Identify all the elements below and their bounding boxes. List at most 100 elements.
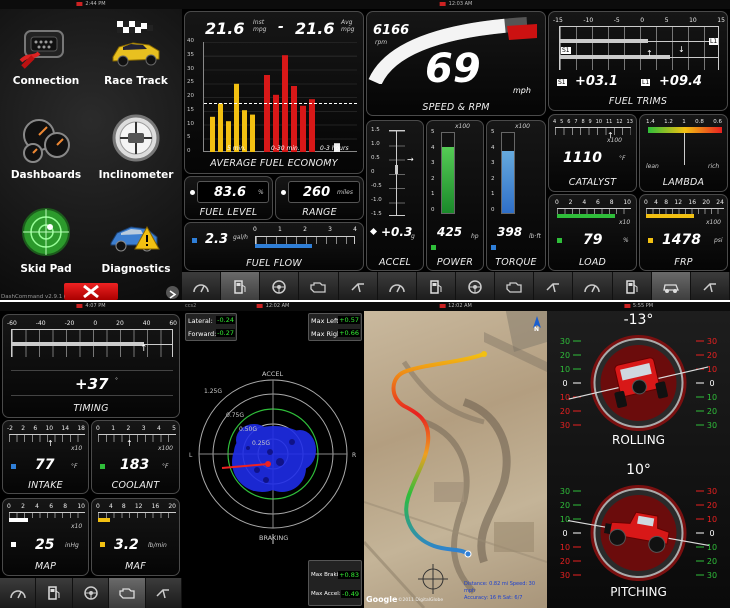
fuel-level-gauge[interactable]: 83.6 % FUEL LEVEL <box>184 176 273 220</box>
coolant-gauge[interactable]: 0 1 2 3 4 5 ↑ x100 183 °F COOLANT <box>91 420 180 494</box>
fuel-economy-gauge[interactable]: 21.6 Inst mpg - 21.6 Avg mpg 40 35 30 25 20 1… <box>184 11 364 174</box>
accel-bar <box>395 165 398 174</box>
frp-bar <box>646 214 695 218</box>
dial-tick-right: 10 <box>707 365 717 374</box>
coolant-unit: °F <box>162 463 169 470</box>
tab-engine-2[interactable] <box>495 272 535 300</box>
tab-engine[interactable] <box>109 578 146 608</box>
power-bar-track <box>441 132 455 214</box>
fuel-economy-bar-30min <box>309 99 315 152</box>
fuel-pump-icon <box>234 280 246 294</box>
frp-gauge[interactable]: 0 4 8 12 16 20 24 x100 1478 psi FRP <box>639 194 728 271</box>
fuel-level-unit: % <box>258 189 264 196</box>
tab-nozzle-1[interactable] <box>339 272 378 300</box>
close-icon <box>83 284 99 299</box>
tick: 0 <box>371 169 375 175</box>
tab-gauge-3[interactable] <box>573 272 613 300</box>
y-tick: 10 <box>187 120 194 127</box>
tab-gauge-2[interactable] <box>378 272 417 300</box>
tick: 1.2 <box>664 119 673 125</box>
app-diagnostics[interactable]: Diagnostics <box>91 205 181 275</box>
timing-gauge[interactable]: -60 -40 -20 0 20 40 60 ↑ +37 ° TIMING <box>2 314 180 418</box>
color-swatch <box>648 238 653 243</box>
indicator-dot <box>281 190 286 195</box>
tab-gauge[interactable] <box>0 578 37 608</box>
close-button[interactable] <box>64 283 118 300</box>
tab-fuel-1[interactable] <box>221 272 261 300</box>
tab-gauge-1[interactable] <box>182 272 222 300</box>
gauge-label: FRP <box>674 257 693 268</box>
map-copyright: ©2011 DigitalGlobe <box>398 598 444 603</box>
dial-tick-left: 20 <box>560 557 570 566</box>
tab-engine-1[interactable] <box>299 272 339 300</box>
app-dashboards[interactable]: Dashboards <box>1 111 91 181</box>
intake-multiplier: x10 <box>71 445 83 452</box>
torque-gauge[interactable]: x100 5 4 3 2 1 0 398 lb·ft TORQUE <box>486 120 546 271</box>
power-gauge[interactable]: x100 5 4 3 2 1 0 425 hp POWER <box>426 120 484 271</box>
load-unit: % <box>623 237 629 244</box>
tab-steering[interactable] <box>73 578 110 608</box>
tab-fuel-2[interactable] <box>417 272 456 300</box>
range-gauge[interactable]: 260 miles RANGE <box>275 176 364 220</box>
accel-gauge[interactable]: 1.5 1.0 0.5 0 -0.5 -1.0 -1.5 → +0.3 g ACCEL <box>366 120 424 271</box>
l1-marker: ↓ <box>678 45 685 54</box>
fuel-flow-ticks: 0 1 2 3 4 <box>253 226 357 233</box>
map-bar <box>9 518 28 522</box>
tab-jeep-3[interactable] <box>651 272 691 300</box>
tab-nozzle-3[interactable] <box>691 272 730 300</box>
max-long-readout: Max Braking: +0.83 Max Accel: -0.49 <box>308 560 362 606</box>
map-pressure-gauge[interactable]: 0 2 4 6 8 10 x10 25 inHg MAP <box>2 498 89 576</box>
fuel-economy-chart <box>203 42 357 152</box>
tab-nozzle[interactable] <box>146 578 182 608</box>
speed-rpm-gauge[interactable]: 6166 rpm 69 mph SPEED & RPM <box>366 11 546 116</box>
timing-ticks: -60 -40 -20 0 20 40 60 <box>7 320 177 327</box>
dial-tick-left: 30 <box>560 487 570 496</box>
catalyst-gauge[interactable]: 4 5 6 7 8 9 10 11 12 13 ↑ x100 1110 °F CATALYST <box>548 114 637 192</box>
speed-unit: mph <box>513 86 531 95</box>
tick: 5 <box>491 129 495 135</box>
dashboard-nav-bar <box>182 272 730 300</box>
tab-fuel-3[interactable] <box>613 272 652 300</box>
ring-label: 0.50G <box>239 426 258 433</box>
app-connection[interactable]: Connection <box>1 17 91 87</box>
fuel-flow-gauge[interactable]: 2.3 gal/h 0 1 2 3 4 FUEL FLOW <box>184 222 364 271</box>
tab-steering-1[interactable] <box>260 272 300 300</box>
fuel-nozzle-icon <box>546 283 560 293</box>
tick: 8 <box>581 119 585 125</box>
tick: -0.5 <box>371 183 382 189</box>
max-right-value: +0.66 <box>338 329 360 337</box>
app-race-track[interactable]: Race Track <box>91 17 181 87</box>
tick: -1.5 <box>371 211 382 217</box>
status-time: 5:55 PM <box>623 303 653 309</box>
gauge-label: CATALYST <box>568 177 617 188</box>
tick: 3 <box>141 425 146 432</box>
tick: 0 <box>640 17 645 24</box>
range-value: 260 <box>303 185 331 200</box>
tick: 2 <box>491 175 495 182</box>
app-inclinometer[interactable]: Inclinometer <box>91 111 181 181</box>
load-gauge[interactable]: 0 2 4 6 8 10 x10 79 % LOAD <box>548 194 637 271</box>
left-direction-label: L <box>189 452 193 459</box>
app-label: Diagnostics <box>101 263 171 275</box>
steering-wheel-icon <box>272 280 287 294</box>
tick: 4 <box>431 144 435 151</box>
app-skid-pad[interactable]: Skid Pad <box>1 205 91 275</box>
lap-info-line1: Distance: 0.82 mi Speed: 30 mph <box>464 581 536 594</box>
maf-gauge[interactable]: 0 4 8 12 16 20 3.2 lb/min MAF <box>91 498 180 576</box>
torque-bar-track <box>501 132 515 214</box>
catalyst-unit: °F <box>619 155 626 162</box>
inclinometer-screen: 5:55 PM -13° 30 30 20 20 10 10 0 0 10 10 20 20 30 30 … <box>547 302 730 608</box>
arrow-right-icon[interactable] <box>166 286 179 299</box>
compass-icon[interactable]: N <box>530 314 544 334</box>
tab-steering-2[interactable] <box>456 272 496 300</box>
fuel-economy-average-line <box>204 103 357 104</box>
pitch-label: PITCHING <box>610 585 667 599</box>
maf-value: 3.2 <box>114 537 139 553</box>
tab-nozzle-2[interactable] <box>534 272 574 300</box>
color-swatch <box>491 245 496 250</box>
lambda-gauge[interactable]: 1.4 1.2 1 0.8 0.6 lean rich LAMBDA <box>639 114 728 192</box>
dial-tick-right: 20 <box>707 407 717 416</box>
tab-fuel[interactable] <box>36 578 73 608</box>
intake-gauge[interactable]: -2 2 6 10 14 18 ↑ x10 77 °F INTAKE <box>2 420 89 494</box>
fuel-trims-gauge[interactable]: -15 -10 -5 0 5 10 15 ↑ ↓ S1 L1 S1 +03.1 L1 +09… <box>548 11 728 111</box>
